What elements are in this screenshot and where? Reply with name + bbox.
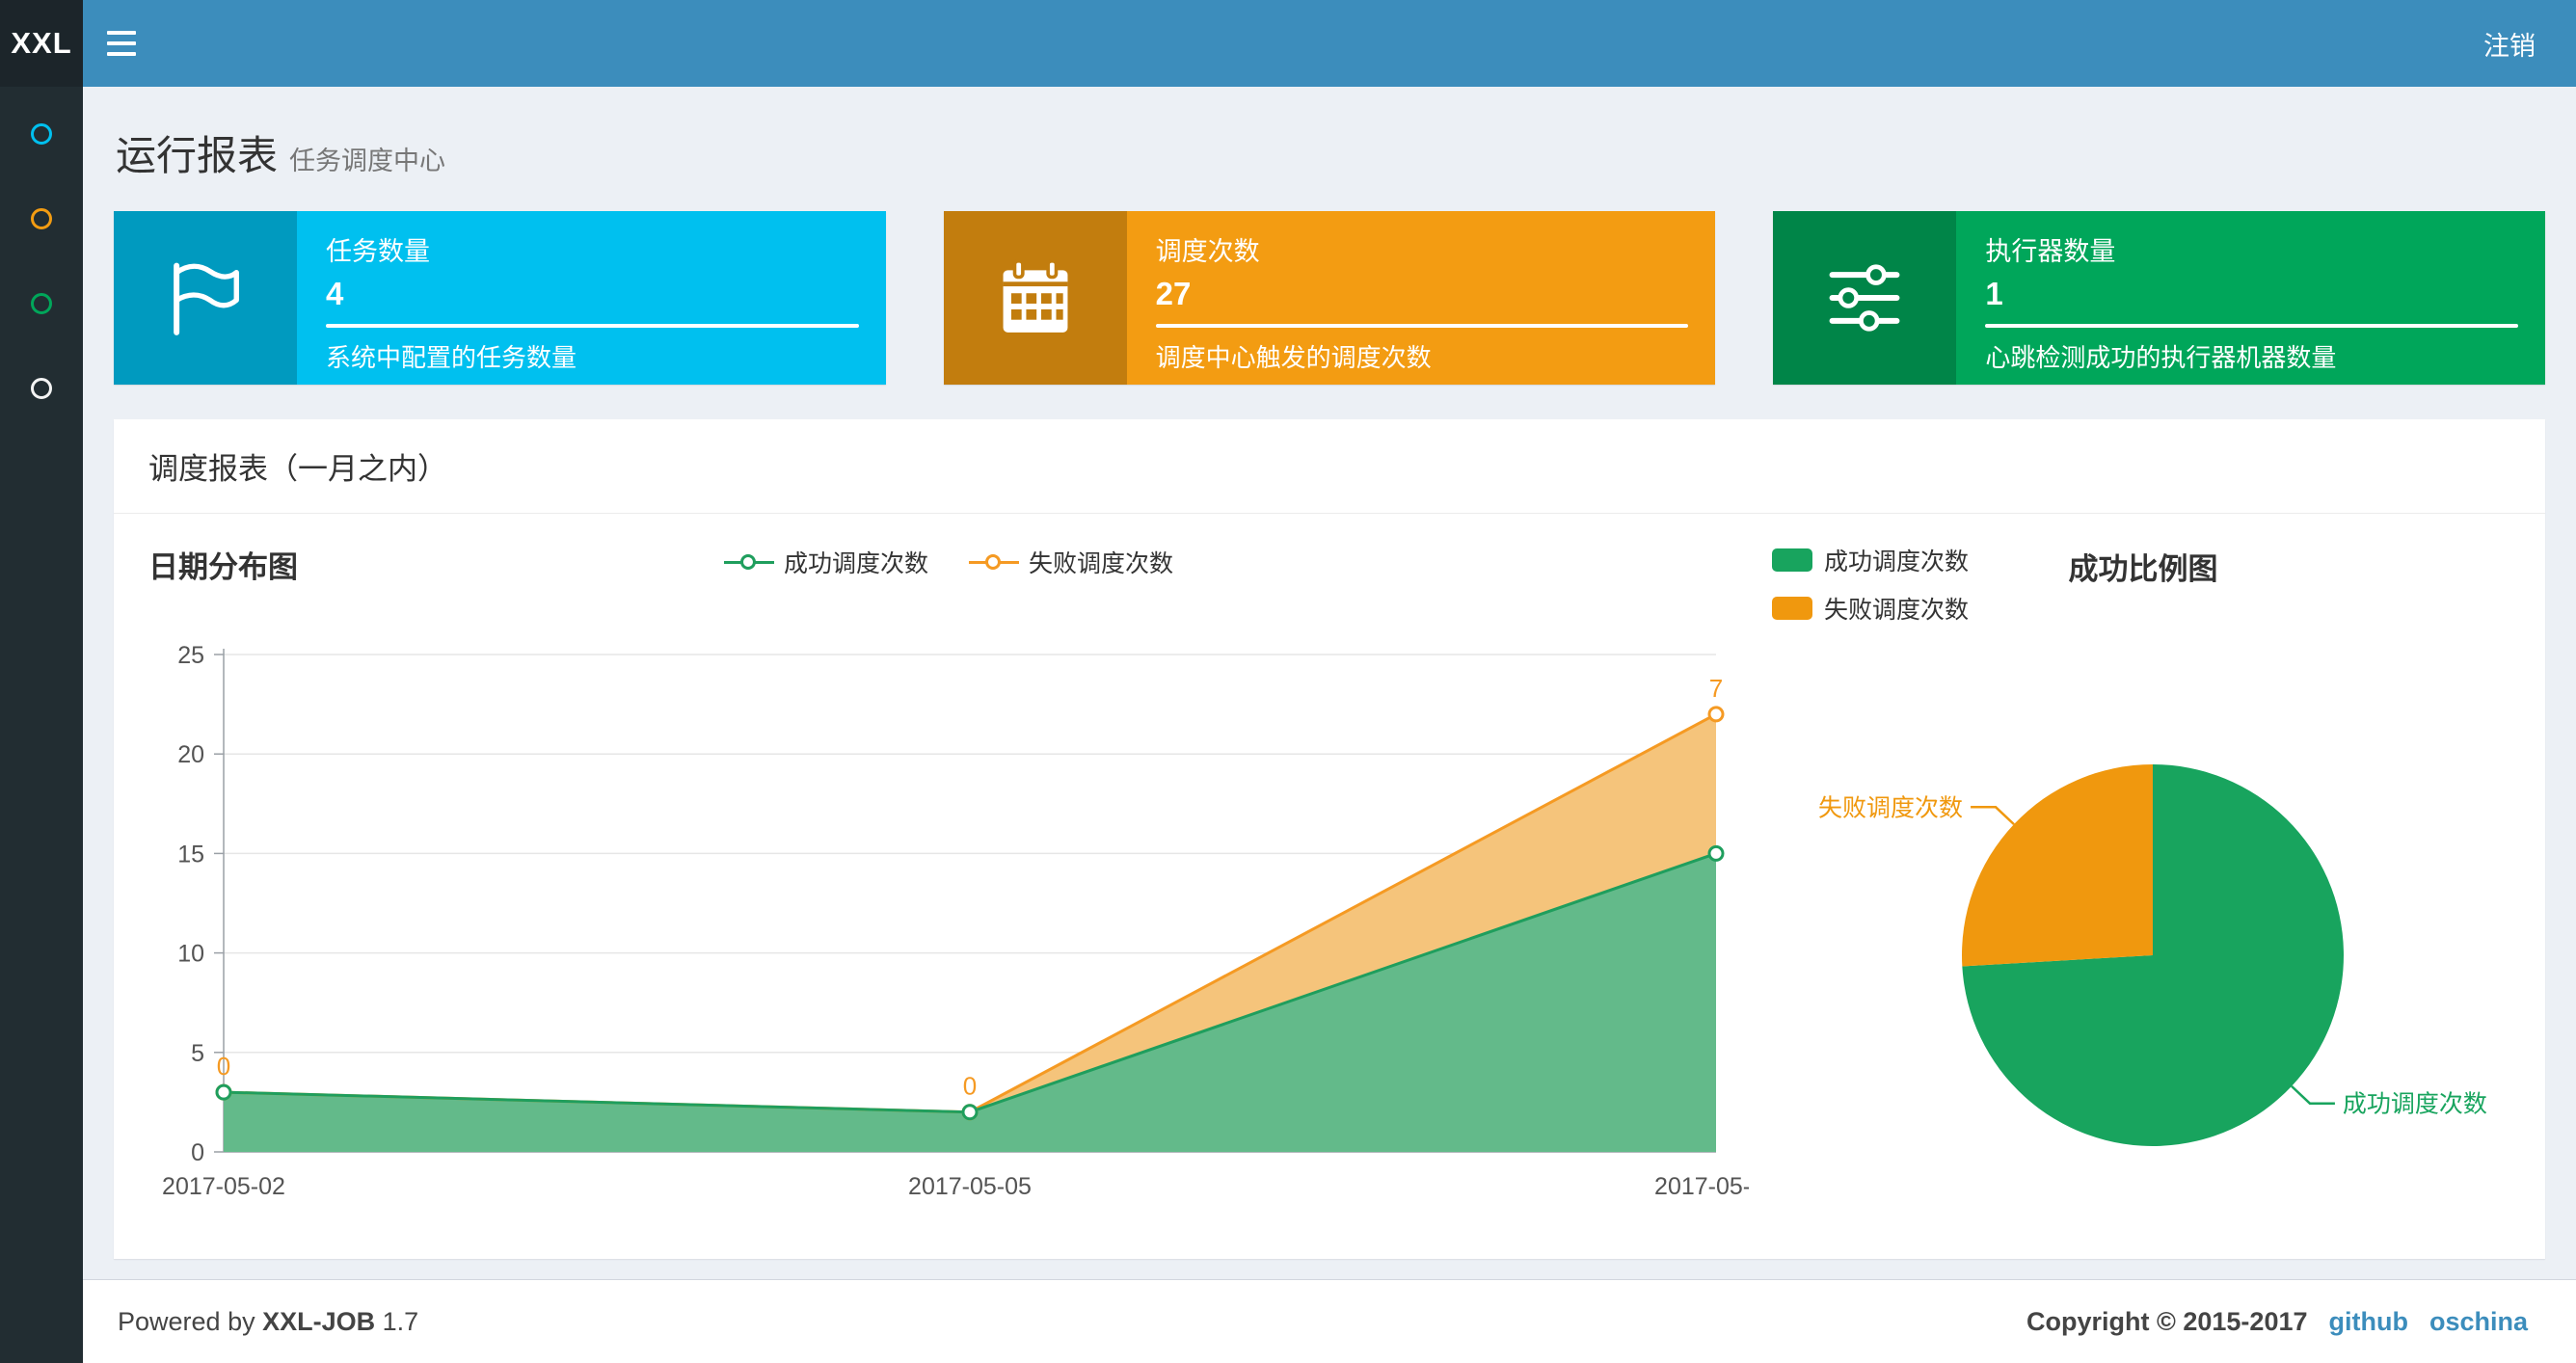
hamburger-icon bbox=[107, 31, 136, 35]
report-panel: 调度报表（一月之内） 日期分布图 成功调度次数 失败调度次数 0 5 10 15 20 25… bbox=[114, 419, 2545, 1259]
svg-text:2017-05-08: 2017-05-08 bbox=[1654, 1173, 1749, 1200]
stat-card-jobs: 任务数量 4 系统中配置的任务数量 bbox=[114, 211, 886, 385]
legend-label: 成功调度次数 bbox=[1824, 548, 1970, 575]
line-marker-icon bbox=[723, 551, 774, 573]
sidebar-toggle-button[interactable] bbox=[83, 0, 160, 87]
pie-slice-1[interactable] bbox=[1962, 764, 2153, 967]
pie-slice-label: 失败调度次数 bbox=[1818, 794, 1963, 821]
stat-value: 4 bbox=[326, 276, 344, 311]
stat-value: 27 bbox=[1155, 276, 1192, 311]
legend-label: 失败调度次数 bbox=[1029, 550, 1174, 577]
svg-text:15: 15 bbox=[177, 841, 204, 868]
success-data-point[interactable] bbox=[215, 1083, 232, 1101]
svg-text:5: 5 bbox=[191, 1040, 204, 1067]
stat-progress-bar bbox=[1985, 324, 2519, 328]
main-content: 运行报表 任务调度中心 任务数量 4 系统中配置的任务数量 调度次数 27 调度… bbox=[83, 87, 2576, 1279]
fail-value-label: 7 bbox=[1709, 674, 1723, 703]
stat-description: 系统中配置的任务数量 bbox=[326, 343, 577, 372]
line-chart-title: 日期分布图 bbox=[148, 550, 298, 584]
oschina-link[interactable]: oschina bbox=[2429, 1307, 2528, 1337]
date-distribution-chart[interactable]: 05101520252017-05-022017-05-052017-05-08… bbox=[148, 610, 1778, 1208]
stat-description: 调度中心触发的调度次数 bbox=[1155, 343, 1432, 372]
sidebar-item-executor-manage[interactable] bbox=[31, 293, 52, 314]
app-name: XXL-JOB bbox=[262, 1306, 376, 1336]
sidebar-item-job-manage[interactable] bbox=[31, 208, 52, 229]
main-wrapper: 运行报表 任务调度中心 任务数量 4 系统中配置的任务数量 调度次数 27 调度… bbox=[83, 87, 2576, 1363]
logout-link[interactable]: 注销 bbox=[2443, 0, 2576, 87]
stat-label: 执行器数量 bbox=[1985, 237, 2116, 266]
success-data-point[interactable] bbox=[961, 1104, 979, 1121]
svg-text:0: 0 bbox=[191, 1139, 204, 1166]
stat-progress-bar bbox=[1155, 324, 1689, 328]
line-marker-icon bbox=[969, 551, 1019, 573]
success-data-point[interactable] bbox=[1707, 844, 1725, 862]
app-logo[interactable]: XXL bbox=[0, 0, 83, 87]
stat-label: 调度次数 bbox=[1155, 237, 1260, 266]
github-link[interactable]: github bbox=[2329, 1307, 2408, 1337]
line-chart-legend: 成功调度次数 失败调度次数 bbox=[723, 545, 1173, 579]
stat-card-triggers: 调度次数 27 调度中心触发的调度次数 bbox=[943, 211, 1716, 385]
svg-text:25: 25 bbox=[177, 642, 204, 669]
stat-label: 任务数量 bbox=[326, 237, 430, 266]
calendar-icon bbox=[943, 211, 1127, 385]
copyright-text: Copyright © 2015-2017 bbox=[2026, 1306, 2308, 1336]
stat-card-executors: 执行器数量 1 心跳检测成功的执行器机器数量 bbox=[1773, 211, 2546, 385]
stat-value: 1 bbox=[1985, 276, 2003, 311]
svg-text:2017-05-05: 2017-05-05 bbox=[908, 1173, 1032, 1200]
panel-title: 调度报表（一月之内） bbox=[114, 419, 2545, 514]
flag-icon bbox=[114, 211, 297, 385]
pie-chart-section: 成功调度次数 失败调度次数 成功比例图 成功调度次数 失败调度次数 bbox=[1772, 543, 2514, 1213]
stat-cards-row: 任务数量 4 系统中配置的任务数量 调度次数 27 调度中心触发的调度次数 执行… bbox=[114, 211, 2546, 385]
svg-text:10: 10 bbox=[177, 941, 204, 968]
fail-value-label: 0 bbox=[963, 1072, 977, 1101]
legend-swatch-icon bbox=[1772, 597, 1812, 620]
svg-text:20: 20 bbox=[177, 741, 204, 768]
app-version: 1.7 bbox=[382, 1306, 419, 1336]
stat-description: 心跳检测成功的执行器机器数量 bbox=[1985, 343, 2337, 372]
svg-text:2017-05-02: 2017-05-02 bbox=[162, 1173, 285, 1200]
powered-by: Powered by XXL-JOB 1.7 bbox=[118, 1306, 419, 1336]
top-navbar: XXL 注销 bbox=[0, 0, 2576, 87]
panel-body: 日期分布图 成功调度次数 失败调度次数 0 5 10 15 20 25 2017-05-02 2… bbox=[114, 514, 2545, 1259]
sliders-icon bbox=[1773, 211, 1957, 385]
legend-label: 失败调度次数 bbox=[1824, 597, 1970, 624]
line-legend-item-0[interactable]: 成功调度次数 bbox=[723, 545, 928, 579]
pie-slice-label: 成功调度次数 bbox=[2343, 1091, 2487, 1118]
sidebar-item-dashboard[interactable] bbox=[31, 123, 52, 145]
pie-chart-title: 成功比例图 bbox=[2068, 552, 2218, 586]
page-title: 运行报表 bbox=[116, 133, 279, 178]
stat-progress-bar bbox=[326, 324, 859, 328]
copyright-area: Copyright © 2015-2017 github oschina bbox=[2026, 1307, 2528, 1337]
page-subtitle: 任务调度中心 bbox=[289, 147, 446, 175]
success-ratio-pie[interactable]: 成功调度次数 失败调度次数 bbox=[1772, 649, 2514, 1208]
legend-swatch-icon bbox=[1772, 548, 1812, 572]
fail-data-point[interactable] bbox=[1707, 706, 1725, 723]
sidebar-item-help[interactable] bbox=[31, 378, 52, 399]
footer: Powered by XXL-JOB 1.7 Copyright © 2015-… bbox=[83, 1279, 2576, 1363]
fail-value-label: 0 bbox=[217, 1052, 230, 1081]
line-chart-section: 日期分布图 成功调度次数 失败调度次数 0 5 10 15 20 25 2017-05-02 2… bbox=[148, 543, 1778, 1213]
page-header: 运行报表 任务调度中心 bbox=[114, 123, 2545, 182]
legend-label: 成功调度次数 bbox=[783, 550, 928, 577]
pie-legend-item-1[interactable]: 失败调度次数 bbox=[1772, 591, 2514, 626]
line-legend-item-1[interactable]: 失败调度次数 bbox=[969, 545, 1173, 579]
sidebar bbox=[0, 87, 83, 1363]
